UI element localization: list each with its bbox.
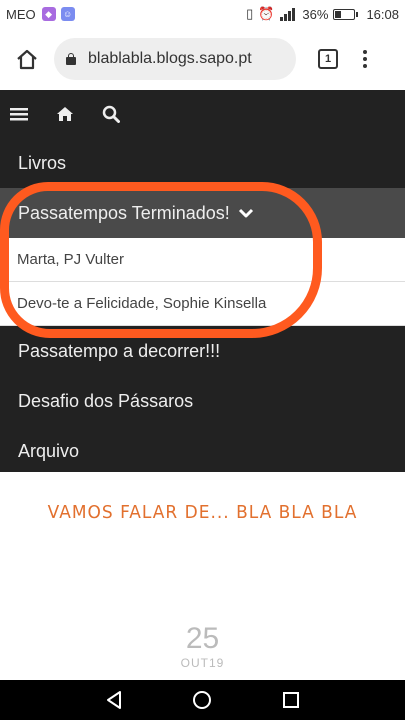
nav-item-label: Passatempos Terminados! xyxy=(18,202,230,223)
home-circle-icon[interactable] xyxy=(192,690,212,710)
submenu-item-label: Devo-te a Felicidade, Sophie Kinsella xyxy=(17,295,267,312)
carrier-label: MEO xyxy=(6,6,36,22)
nav-item-label: Livros xyxy=(18,152,67,173)
post-date-day: 25 xyxy=(185,622,220,655)
blog-tagline: VAMOS FALAR DE... BLA BLA BLA xyxy=(47,502,358,524)
url-text: blablabla.blogs.sapo.pt xyxy=(88,50,252,67)
hamburger-icon[interactable] xyxy=(10,106,28,122)
site-toolbar xyxy=(0,90,405,138)
app-notification-icon: ◆ xyxy=(41,7,56,21)
nav-item-livros[interactable]: Livros xyxy=(0,138,405,188)
battery-fill xyxy=(335,10,342,18)
browser-menu-button[interactable] xyxy=(360,50,370,68)
nav-item-label: Passatempo a decorrer!!! xyxy=(18,340,221,361)
recents-icon[interactable] xyxy=(281,690,301,710)
search-icon[interactable] xyxy=(102,105,120,123)
chevron-down-icon xyxy=(238,208,253,218)
home-icon xyxy=(17,49,37,70)
nav-item-passatempo-a-decorrer[interactable]: Passatempo a decorrer!!! xyxy=(0,326,405,376)
submenu-item-label: Marta, PJ Vulter xyxy=(17,251,124,268)
lock-icon xyxy=(66,53,76,65)
site-navigation: Livros Passatempos Terminados! Marta, PJ… xyxy=(0,90,405,472)
battery-percent: 36% xyxy=(302,6,329,22)
page: MEO ◆ ☺ ▯ ⏰ 36% 16:08 blablabla.blogs.sa xyxy=(0,0,405,720)
alarm-icon: ⏰ xyxy=(258,6,275,21)
browser-toolbar: blablabla.blogs.sapo.pt 1 xyxy=(0,28,405,90)
tab-switcher-button[interactable]: 1 xyxy=(318,49,338,69)
site-home-icon[interactable] xyxy=(56,106,74,122)
vibrate-icon: ▯ xyxy=(246,6,254,21)
nav-item-arquivo[interactable]: Arquivo xyxy=(0,426,405,476)
battery-icon xyxy=(333,8,359,20)
submenu-item-devo-te[interactable]: Devo-te a Felicidade, Sophie Kinsella xyxy=(0,282,405,326)
submenu-item-marta[interactable]: Marta, PJ Vulter xyxy=(0,238,405,282)
address-bar[interactable]: blablabla.blogs.sapo.pt xyxy=(54,38,296,80)
clock: 16:08 xyxy=(366,6,399,22)
home-button[interactable] xyxy=(10,42,44,76)
submenu-passatempos: Marta, PJ Vulter Devo-te a Felicidade, S… xyxy=(0,238,405,326)
back-icon[interactable] xyxy=(104,690,124,710)
chat-notification-icon: ☺ xyxy=(60,7,75,21)
nav-item-label: Arquivo xyxy=(18,440,80,461)
android-nav-bar xyxy=(0,680,405,720)
status-icons: ▯ ⏰ 36% 16:08 xyxy=(246,6,399,22)
post-date-month: OUT19 xyxy=(180,656,225,670)
nav-item-desafio-dos-passaros[interactable]: Desafio dos Pássaros xyxy=(0,376,405,426)
signal-icon xyxy=(280,8,296,21)
nav-item-passatempos-terminados[interactable]: Passatempos Terminados! xyxy=(0,188,405,238)
status-bar: MEO ◆ ☺ ▯ ⏰ 36% 16:08 xyxy=(0,0,405,28)
nav-item-label: Desafio dos Pássaros xyxy=(18,390,194,411)
